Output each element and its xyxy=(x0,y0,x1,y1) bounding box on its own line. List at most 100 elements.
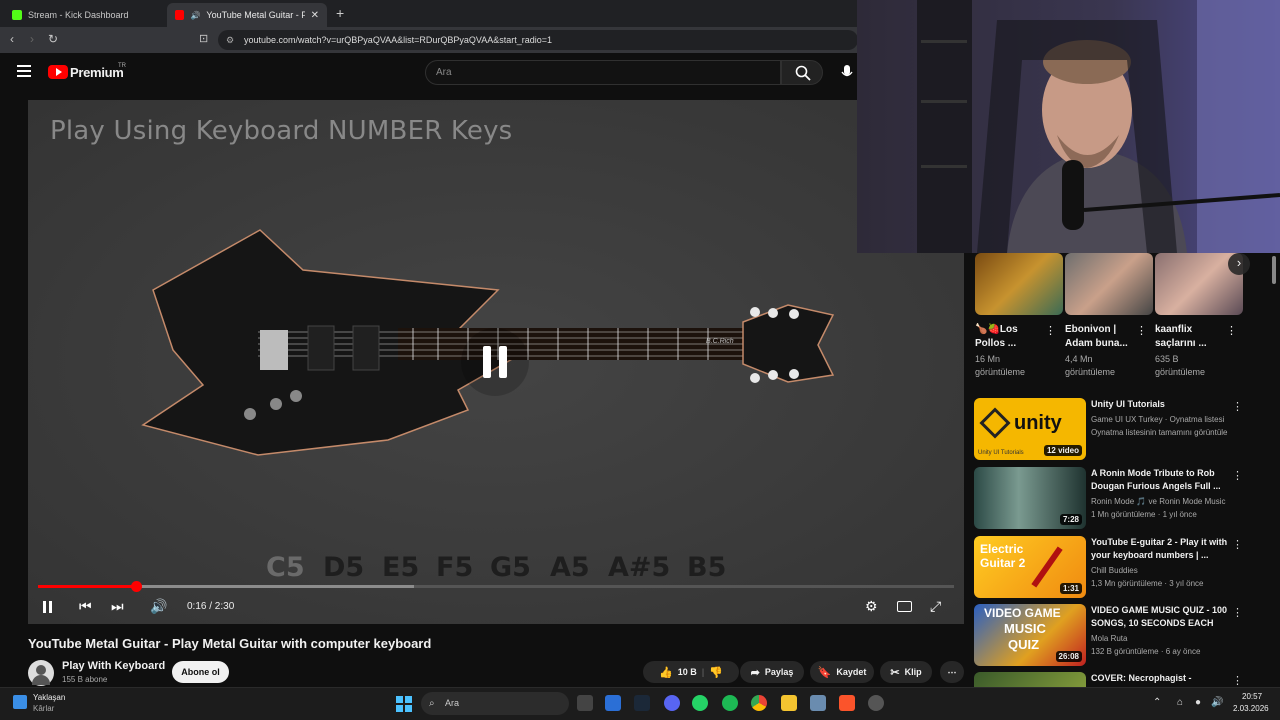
clock-date[interactable]: 2.03.2026 xyxy=(1233,704,1269,713)
video-title[interactable]: A Ronin Mode Tribute to Rob xyxy=(1091,467,1236,480)
video-title[interactable]: YouTube E-guitar 2 - Play it with xyxy=(1091,536,1236,549)
volume-tray-icon[interactable]: 🔊 xyxy=(1211,697,1223,708)
list-item[interactable]: 7:28 A Ronin Mode Tribute to Rob Dougan … xyxy=(974,467,1274,531)
short-menu-icon[interactable]: ⋮ xyxy=(1136,324,1147,337)
menu-icon[interactable] xyxy=(17,65,31,77)
scrubber-handle[interactable] xyxy=(131,581,142,592)
video-title[interactable]: Unity UI Tutorials xyxy=(1091,398,1236,411)
video-title[interactable]: Dougan Furious Angels Full ... xyxy=(1091,480,1236,493)
youtube-logo-icon[interactable] xyxy=(48,65,68,79)
playlist-meta[interactable]: Oynatma listesinin tamamını görüntüle xyxy=(1091,426,1228,439)
short-menu-icon[interactable]: ⋮ xyxy=(1226,324,1237,337)
item-menu-icon[interactable]: ⋮ xyxy=(1232,674,1243,687)
video-title[interactable]: SONGS, 10 SECONDS EACH xyxy=(1091,617,1236,630)
spotify-icon[interactable] xyxy=(722,695,738,711)
short-card[interactable]: kaanflix saçlarını ... 635 B görüntüleme xyxy=(1155,253,1243,379)
video-player[interactable]: B.C.Rich xyxy=(28,100,964,624)
tab-youtube[interactable]: 🔊 YouTube Metal Guitar - Play M ✕ xyxy=(167,3,327,27)
weather-widget-icon[interactable] xyxy=(13,695,27,709)
short-card[interactable]: Ebonivon | Adam buna... 4,4 Mn görüntüle… xyxy=(1065,253,1153,379)
premium-logo[interactable]: Premium xyxy=(70,65,124,80)
store-icon[interactable] xyxy=(605,695,621,711)
channel-name[interactable]: Play With Keyboard xyxy=(62,660,165,672)
thumb-text: Guitar 2 xyxy=(980,556,1026,570)
list-item[interactable]: unity Unity UI Tutorials 12 video Unity … xyxy=(974,398,1274,462)
progress-bar[interactable] xyxy=(38,581,954,592)
brave-icon[interactable] xyxy=(839,695,855,711)
thumb-text: MUSIC xyxy=(1004,621,1046,636)
discord-icon[interactable] xyxy=(664,695,680,711)
video-thumbnail[interactable]: 7:28 xyxy=(974,467,1086,529)
volume-icon[interactable]: 🔊 xyxy=(150,598,167,615)
close-tab-icon[interactable]: ✕ xyxy=(311,10,319,21)
video-thumbnail[interactable] xyxy=(974,672,1086,687)
like-count[interactable]: 10 B xyxy=(678,667,697,677)
tab-kick-dashboard[interactable]: Stream - Kick Dashboard xyxy=(4,3,164,27)
list-item[interactable]: Electric Guitar 2 1:31 YouTube E-guitar … xyxy=(974,536,1274,600)
bookmark-icon[interactable]: ⊡ xyxy=(199,32,208,45)
widget-title[interactable]: Yaklaşan xyxy=(33,693,65,702)
fullscreen-icon[interactable]: ⤢ xyxy=(930,598,941,615)
file-explorer-icon[interactable] xyxy=(781,695,797,711)
thumb-text: QUIZ xyxy=(1008,637,1040,652)
video-thumbnail[interactable]: Electric Guitar 2 1:31 xyxy=(974,536,1086,598)
save-button[interactable]: 🔖 Kaydet xyxy=(810,661,874,683)
short-title[interactable]: Pollos ... xyxy=(975,337,1063,351)
taskbar-search[interactable]: ⌕ Ara xyxy=(421,692,569,715)
previous-icon[interactable]: ⏮ xyxy=(79,598,92,615)
list-item[interactable]: COVER: Necrophagist - ⋮ xyxy=(974,672,1274,687)
view-meta: 1,3 Mn görüntüleme · 3 yıl önce xyxy=(1091,579,1204,588)
search-input[interactable]: Ara xyxy=(425,60,781,85)
back-icon[interactable]: ‹ xyxy=(10,32,14,46)
mic-button[interactable] xyxy=(836,60,858,85)
like-icon[interactable]: 👍 xyxy=(659,666,673,679)
channel-avatar[interactable] xyxy=(28,660,54,686)
short-menu-icon[interactable]: ⋮ xyxy=(1045,324,1056,337)
obs-icon[interactable] xyxy=(868,695,884,711)
next-icon[interactable]: ⏭ xyxy=(111,598,124,615)
microphone-tray-icon[interactable]: ● xyxy=(1195,697,1201,708)
new-tab-button[interactable]: + xyxy=(336,5,344,21)
network-icon[interactable]: ⌂ xyxy=(1177,697,1183,708)
settings-app-icon[interactable] xyxy=(810,695,826,711)
clip-button[interactable]: ✂ Klip xyxy=(880,661,932,683)
short-thumbnail[interactable] xyxy=(1065,253,1153,315)
short-title[interactable]: saçlarını ... xyxy=(1155,337,1243,351)
video-thumbnail[interactable]: VIDEO GAME MUSIC QUIZ 26:08 xyxy=(974,604,1086,666)
steam-icon[interactable] xyxy=(634,695,650,711)
subscriber-count: 155 B abone xyxy=(62,675,108,684)
site-info-icon[interactable]: ⚙ xyxy=(226,30,234,50)
video-title[interactable]: COVER: Necrophagist - xyxy=(1091,672,1236,685)
chevron-up-icon[interactable]: ⌃ xyxy=(1153,697,1161,708)
item-menu-icon[interactable]: ⋮ xyxy=(1232,469,1243,482)
short-title[interactable]: Adam buna... xyxy=(1065,337,1153,351)
windows-start-icon[interactable] xyxy=(396,696,412,712)
thumb-text: unity xyxy=(1014,412,1062,434)
theater-mode-icon[interactable] xyxy=(897,601,912,612)
short-thumbnail[interactable] xyxy=(975,253,1063,315)
whatsapp-icon[interactable] xyxy=(692,695,708,711)
settings-icon[interactable]: ⚙ xyxy=(865,598,878,615)
url-field[interactable]: ⚙ youtube.com/watch?v=urQBPyaQVAA&list=R… xyxy=(218,30,858,50)
video-title[interactable]: VIDEO GAME MUSIC QUIZ - 100 xyxy=(1091,604,1236,617)
video-title[interactable]: your keyboard numbers | ... xyxy=(1091,549,1236,562)
video-thumbnail[interactable]: unity Unity UI Tutorials 12 video xyxy=(974,398,1086,460)
task-view-icon[interactable] xyxy=(577,695,593,711)
short-card[interactable]: 🍗🍓Los Pollos ... 16 Mn görüntüleme xyxy=(975,253,1063,379)
item-menu-icon[interactable]: ⋮ xyxy=(1232,606,1243,619)
forward-icon[interactable]: › xyxy=(30,32,34,46)
pause-button[interactable] xyxy=(43,601,53,613)
more-actions-button[interactable]: ⋯ xyxy=(940,661,964,683)
chrome-icon[interactable] xyxy=(751,695,767,711)
reload-icon[interactable]: ↻ xyxy=(48,32,58,46)
sidebar-scrollbar[interactable] xyxy=(1272,256,1276,284)
item-menu-icon[interactable]: ⋮ xyxy=(1232,538,1243,551)
search-button[interactable] xyxy=(781,60,823,85)
share-button[interactable]: ➦ Paylaş xyxy=(740,661,804,683)
item-menu-icon[interactable]: ⋮ xyxy=(1232,400,1243,413)
clock-time[interactable]: 20:57 xyxy=(1242,692,1262,701)
dislike-icon[interactable]: 👎 xyxy=(709,666,723,679)
shorts-next-button[interactable]: › xyxy=(1228,253,1250,275)
subscribe-button[interactable]: Abone ol xyxy=(172,661,229,683)
list-item[interactable]: VIDEO GAME MUSIC QUIZ 26:08 VIDEO GAME M… xyxy=(974,604,1274,668)
